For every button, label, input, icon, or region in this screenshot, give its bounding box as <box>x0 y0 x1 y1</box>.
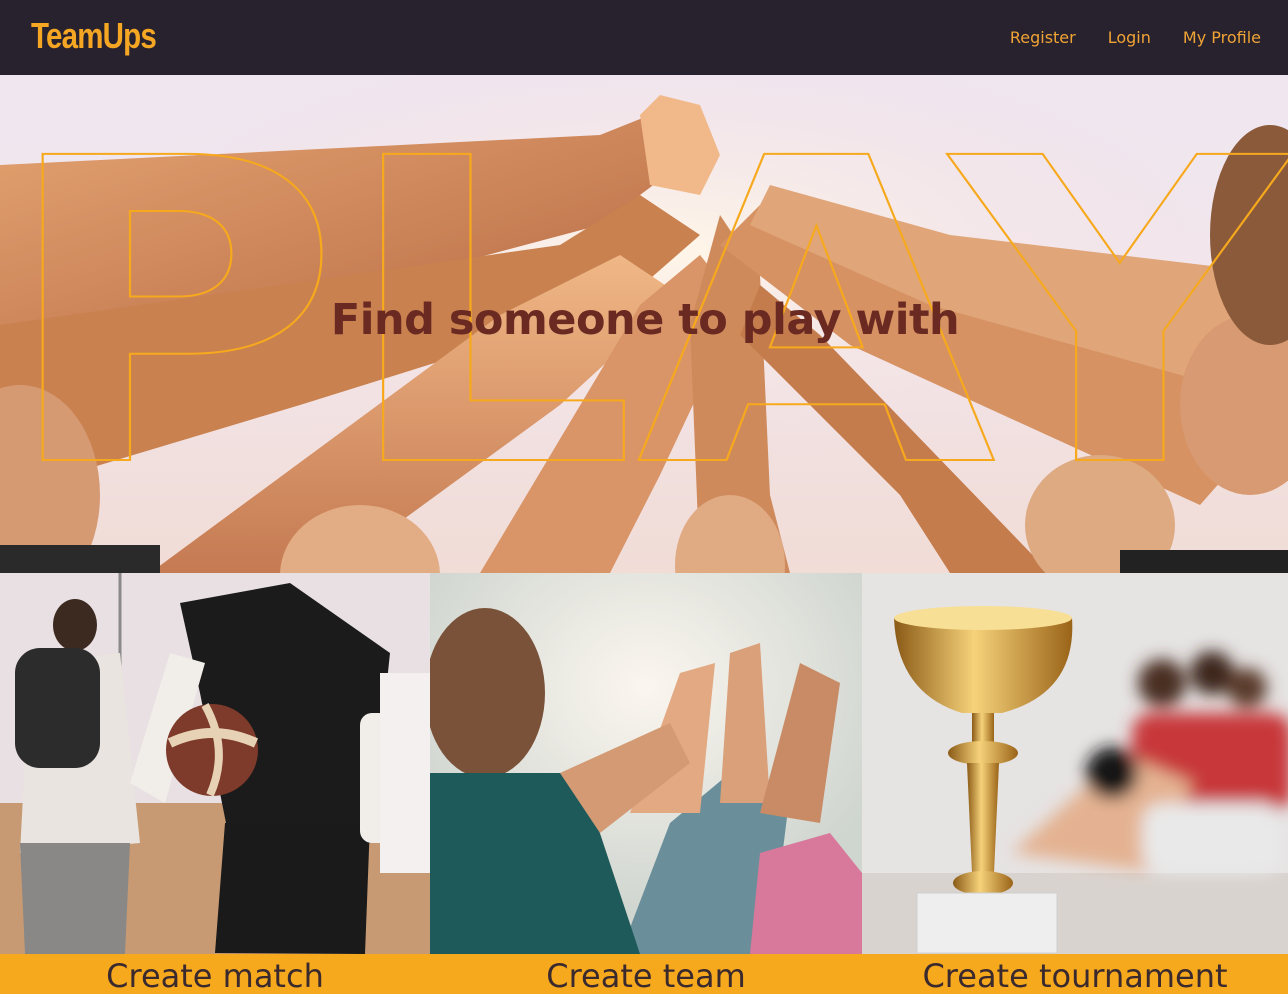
nav-login-link[interactable]: Login <box>1108 27 1151 49</box>
team-high-five-photo <box>430 573 862 954</box>
hero-title: Find someone to play with <box>330 295 960 345</box>
action-cards: Create match Create team Create tourname… <box>0 573 1288 994</box>
create-team-card[interactable]: Create team <box>430 573 862 994</box>
nav-register-link[interactable]: Register <box>1010 27 1076 49</box>
basketball-players-photo <box>0 573 430 954</box>
brand-logo[interactable]: TeamUps <box>31 12 157 60</box>
create-tournament-card[interactable]: Create tournament <box>862 573 1288 994</box>
create-tournament-label: Create tournament <box>862 954 1288 994</box>
create-team-label: Create team <box>430 954 862 994</box>
hero-banner: PLAY Find someone to play with <box>0 75 1288 573</box>
navbar: TeamUps Register Login My Profile <box>0 0 1288 75</box>
nav-my-profile-link[interactable]: My Profile <box>1183 27 1261 49</box>
trophy-cup-photo <box>862 573 1288 954</box>
create-match-card[interactable]: Create match <box>0 573 430 994</box>
nav-links: Register Login My Profile <box>1010 27 1261 49</box>
create-match-label: Create match <box>0 954 430 994</box>
